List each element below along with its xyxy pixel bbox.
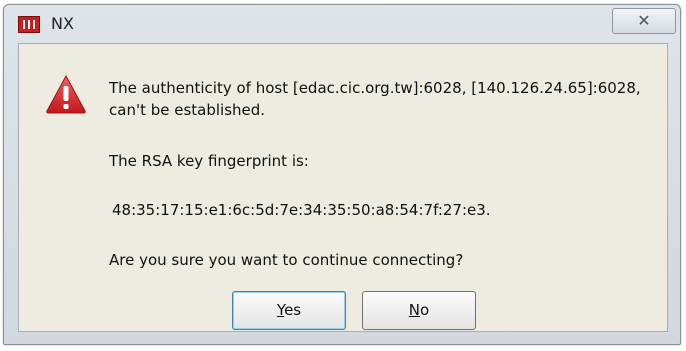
title-bar[interactable]: NX ✕	[4, 5, 680, 43]
close-button[interactable]: ✕	[612, 8, 676, 34]
message-line-1: The authenticity of host [edac.cic.org.t…	[109, 79, 641, 97]
window-title: NX	[51, 14, 74, 33]
dialog-body: The authenticity of host [edac.cic.org.t…	[18, 43, 668, 332]
no-button-label: o	[420, 301, 430, 319]
close-icon: ✕	[637, 11, 651, 30]
fingerprint-value: 48:35:17:15:e1:6c:5d:7e:34:35:50:a8:54:7…	[112, 201, 491, 219]
yes-button-label: es	[284, 301, 302, 319]
confirmation-question: Are you sure you want to continue connec…	[109, 251, 464, 269]
yes-button-mnemonic: Y	[276, 301, 285, 319]
dialog-window: NX ✕ The authenticity of host [edac.cic.…	[3, 4, 681, 345]
no-button-mnemonic: N	[408, 301, 421, 319]
message-line-2: can't be established.	[109, 101, 266, 119]
nx-app-icon	[18, 16, 40, 33]
warning-triangle-icon	[46, 74, 86, 114]
yes-button[interactable]: Yes	[232, 291, 346, 330]
no-button[interactable]: No	[362, 291, 476, 330]
fingerprint-label: The RSA key fingerprint is:	[109, 152, 309, 170]
